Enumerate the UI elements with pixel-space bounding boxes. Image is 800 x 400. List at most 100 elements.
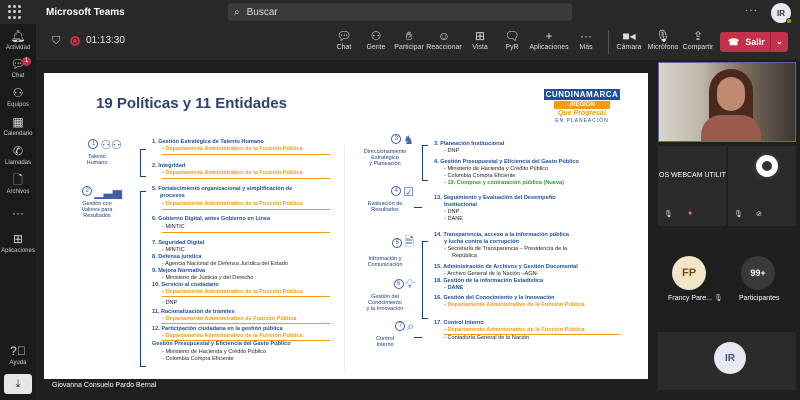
- people-icon: ⚇⚇: [100, 138, 122, 152]
- control-label: Chat: [336, 44, 352, 51]
- policy-14-cont: y lucha contra la corrupción: [444, 239, 519, 245]
- speaker-video-tile[interactable]: [658, 62, 796, 142]
- policy-11: 11. Racionalización de trámites: [152, 309, 235, 315]
- policy-4: 4. Gestión Presupuestal y Eficiencia del…: [434, 159, 579, 165]
- policy-5: 5. Fortalecimiento organizacional y simp…: [152, 186, 293, 192]
- policy-9-entity: - Ministerio de Justicia y del Derecho: [162, 275, 254, 281]
- app-launcher-icon[interactable]: [8, 5, 22, 19]
- category-label: Control Interno: [376, 336, 394, 348]
- bracket-line: [422, 241, 428, 319]
- category-label: Gestión con Valores para Resultados: [81, 201, 113, 219]
- download-icon[interactable]: ⤓: [4, 374, 32, 394]
- policy-13-entity-1: - DNP: [444, 209, 460, 215]
- rail-item-more[interactable]: ···: [0, 207, 36, 222]
- unread-badge: 1: [22, 57, 31, 66]
- hang-up-icon: ☎: [728, 36, 740, 47]
- react-button[interactable]: ☺ Reaccionar: [424, 29, 464, 51]
- camera-off-icon: ⊘: [756, 211, 762, 218]
- more-participants-button[interactable]: 99+: [741, 256, 775, 290]
- policy-17-entity-1: - Departamento Administrativo de la Func…: [444, 327, 585, 333]
- participant-avatar[interactable]: FP: [672, 256, 706, 290]
- qa-button[interactable]: 🗨︎ PyR: [492, 29, 532, 51]
- control-label: PyR: [505, 44, 519, 51]
- cundinamarca-logo: CUNDINAMARCA ¡REGIÓN Que Progresa! EN PL…: [544, 89, 620, 135]
- underline: [162, 154, 330, 155]
- chess-icon: ♞: [403, 133, 414, 147]
- apps-button[interactable]: + Aplicaciones: [529, 29, 569, 51]
- meeting-timer: 01:13:30: [86, 35, 125, 46]
- document-icon: 🗎︎: [404, 235, 414, 249]
- category-number: 3: [391, 134, 402, 144]
- policy-18-entity: - DANE: [444, 285, 464, 291]
- category-control-interno: 7 ⌕ Control Interno: [356, 319, 414, 348]
- obs-logo-icon: [753, 152, 781, 180]
- recording-icon: [70, 36, 80, 46]
- rail-item-files[interactable]: 🗋 Archivos: [0, 173, 36, 196]
- bar-chart-icon: ▁▃▅: [94, 185, 122, 199]
- policy-5-entity: - Departamento Administrativo de la Func…: [162, 201, 303, 207]
- rail-label: Equipos: [7, 102, 29, 108]
- profile-avatar[interactable]: IR: [771, 3, 792, 24]
- column-divider: [344, 143, 345, 373]
- search-input[interactable]: ⌕ Buscar: [228, 3, 572, 21]
- underline: [162, 178, 330, 179]
- meeting-controls-bar: ⛉ 01:13:30 💬︎ Chat ⚇ Gente ✋︎ Participar ☺ R…: [36, 24, 800, 60]
- policy-13-cont: Institucional: [444, 202, 477, 208]
- more-icon: ···: [580, 29, 592, 43]
- share-button[interactable]: ⇪ Compartir: [678, 29, 718, 51]
- magnifier-icon: ⌕: [407, 319, 414, 333]
- policy-1: 1. Gestión Estratégica de Talento Humano: [152, 139, 264, 145]
- bell-icon: 🔔︎: [10, 29, 26, 43]
- raise-hand-button[interactable]: ✋︎ Participar: [389, 29, 429, 51]
- logo-line: EN PLANEACIÓN: [555, 118, 609, 124]
- policy-10-entity: - Departamento Administrativo de la Func…: [162, 289, 303, 295]
- category-conocimiento: 6 💡︎ Gestión del Conocimiento y la Innova…: [356, 277, 414, 312]
- chevron-down-icon[interactable]: ⌄: [770, 32, 788, 52]
- category-label: Evaluación de Resultados: [367, 201, 403, 213]
- bracket-line: [422, 145, 428, 181]
- logo-line: CUNDINAMARCA: [544, 89, 620, 100]
- more-button[interactable]: ··· Más: [566, 29, 606, 51]
- policy-12-entity: - Departamento Administrativo de la Func…: [162, 333, 303, 339]
- mic-off-icon: 🎙︎: [655, 29, 671, 43]
- policy-2: 2. Integridad: [152, 163, 186, 169]
- app-title: Microsoft Teams: [46, 6, 125, 18]
- policy-8: 8. Defensa jurídica: [152, 254, 202, 260]
- control-label: Vista: [472, 44, 488, 51]
- shield-icon[interactable]: ⛉: [52, 35, 60, 48]
- policy-18: 18. Gestión de la información Estadístic…: [434, 278, 544, 284]
- underline: [162, 232, 330, 233]
- rail-label: Calendario: [3, 131, 33, 137]
- policy-15: 15. Administración de Archivos y Gestión…: [434, 264, 578, 270]
- control-label: Participar: [394, 44, 424, 51]
- leave-label: Salir: [745, 37, 765, 47]
- slide-title: 19 Políticas y 11 Entidades: [96, 95, 287, 112]
- shared-slide: 19 Políticas y 11 Entidades CUNDINAMARCA…: [44, 73, 648, 379]
- calendar-icon: ▦: [12, 115, 24, 129]
- rail-item-help[interactable]: ?⃝ Ayuda: [0, 345, 36, 367]
- rail-item-calls[interactable]: ✆ Llamadas: [0, 145, 36, 167]
- rail-item-apps[interactable]: ⊞ Aplicaciones: [0, 233, 36, 255]
- category-label: Gestión del Conocimiento y la Innovación: [366, 294, 404, 312]
- policy-6-entity: - MINTIC: [162, 224, 185, 230]
- tile-label: OS WEBCAM UTILIT: [659, 172, 726, 179]
- webcam-utility-tile[interactable]: OS WEBCAM UTILIT 🎙︎ ●: [658, 146, 726, 226]
- file-icon: 🗋: [13, 173, 23, 187]
- policy-17-entity-2: - Contaduría General de la Nación: [444, 335, 530, 341]
- leave-button[interactable]: ☎ Salir ⌄: [720, 32, 788, 52]
- policy-7: 7. Seguridad Digital: [152, 240, 205, 246]
- rail-item-calendar[interactable]: ▦ Calendario: [0, 115, 36, 138]
- policy-2-entity: - Departamento Administrativo de la Func…: [162, 170, 303, 176]
- policy-19: - 19. Compras y contratación pública (Nu…: [444, 180, 565, 186]
- obs-tile[interactable]: 🎙︎ ⊘: [728, 146, 796, 226]
- category-number: 1: [88, 139, 99, 149]
- self-video-tile[interactable]: IR: [658, 332, 796, 390]
- speaker-face: [717, 77, 745, 111]
- policy-1-entity: - Departamento Administrativo de la Func…: [162, 146, 303, 152]
- mic-button[interactable]: 🎙︎ Micrófono: [643, 29, 683, 51]
- more-options-icon[interactable]: ···: [745, 5, 758, 16]
- category-label: Información y Comunicación: [367, 256, 403, 268]
- rail-item-teams[interactable]: ⚇ Equipos: [0, 87, 36, 109]
- rail-item-activity[interactable]: 🔔︎ Actividad: [0, 29, 36, 52]
- rail-item-chat[interactable]: 💬︎ Chat 1: [0, 57, 36, 79]
